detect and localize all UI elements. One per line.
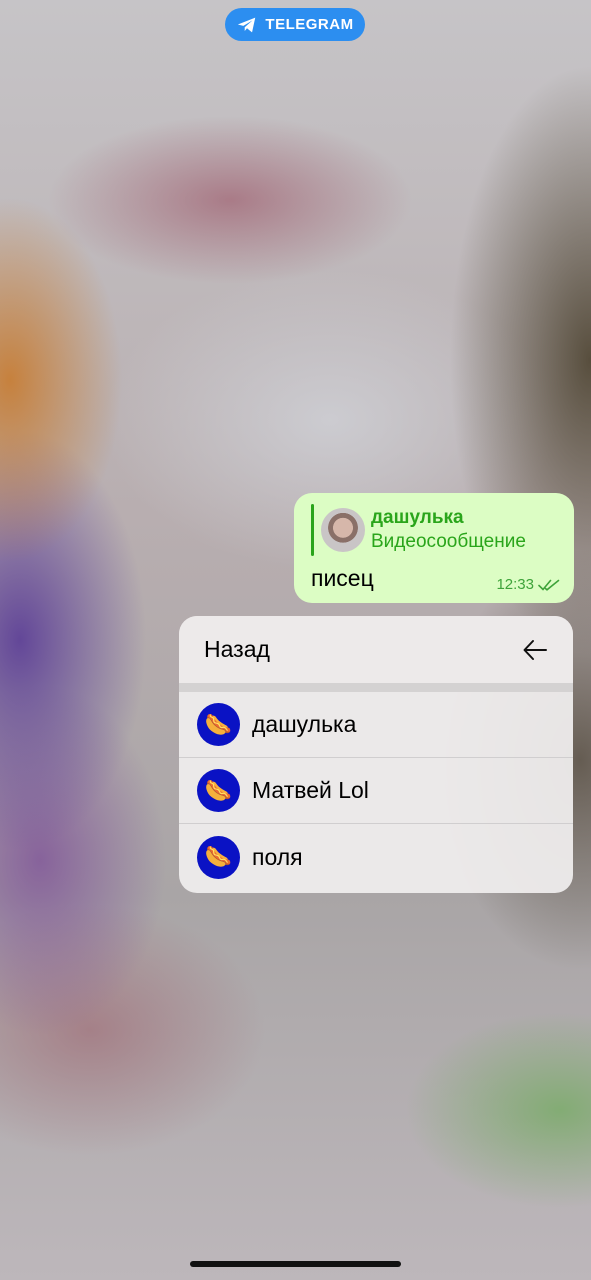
- menu-separator: [179, 683, 573, 692]
- double-check-icon: [538, 579, 560, 591]
- app-name: TELEGRAM: [265, 16, 354, 33]
- reply-sender-name: дашулька: [371, 507, 464, 528]
- home-indicator[interactable]: [190, 1261, 401, 1267]
- message-bubble[interactable]: дашулька Видеосообщение писец 12:33: [294, 493, 574, 603]
- reply-preview[interactable]: дашулька Видеосообщение: [311, 504, 526, 556]
- contact-item-polya[interactable]: 🌭 поля: [179, 824, 573, 890]
- hotdog-icon: 🌭: [204, 777, 233, 803]
- telegram-plane-icon: [238, 17, 256, 32]
- screen: TELEGRAM дашулька Видеосообщение писец 1…: [0, 0, 591, 1280]
- message-text: писец: [311, 565, 374, 591]
- contact-item-dashulka[interactable]: 🌭 дашулька: [179, 692, 573, 758]
- hotdog-icon: 🌭: [204, 844, 233, 869]
- arrow-left-icon: [523, 639, 547, 660]
- video-message-thumbnail: [321, 508, 365, 552]
- hotdog-icon: 🌭: [204, 711, 233, 737]
- contact-avatar: 🌭: [197, 835, 240, 879]
- message-time: 12:33: [496, 576, 534, 593]
- contact-avatar: 🌭: [197, 769, 240, 812]
- reply-message-type: Видеосообщение: [371, 531, 526, 552]
- app-indicator-pill[interactable]: TELEGRAM: [225, 8, 365, 41]
- reply-accent-bar: [311, 504, 314, 556]
- context-menu: Назад 🌭 дашулька 🌭 Матвей Lol 🌭 поля: [179, 616, 573, 893]
- contact-item-matvey[interactable]: 🌭 Матвей Lol: [179, 758, 573, 824]
- contact-name: дашулька: [252, 711, 357, 737]
- back-label: Назад: [204, 636, 270, 662]
- contact-avatar: 🌭: [197, 703, 240, 746]
- message-meta: 12:33: [496, 576, 560, 593]
- contact-name: поля: [252, 843, 303, 870]
- contact-name: Матвей Lol: [252, 777, 369, 803]
- back-menu-item[interactable]: Назад: [179, 616, 573, 683]
